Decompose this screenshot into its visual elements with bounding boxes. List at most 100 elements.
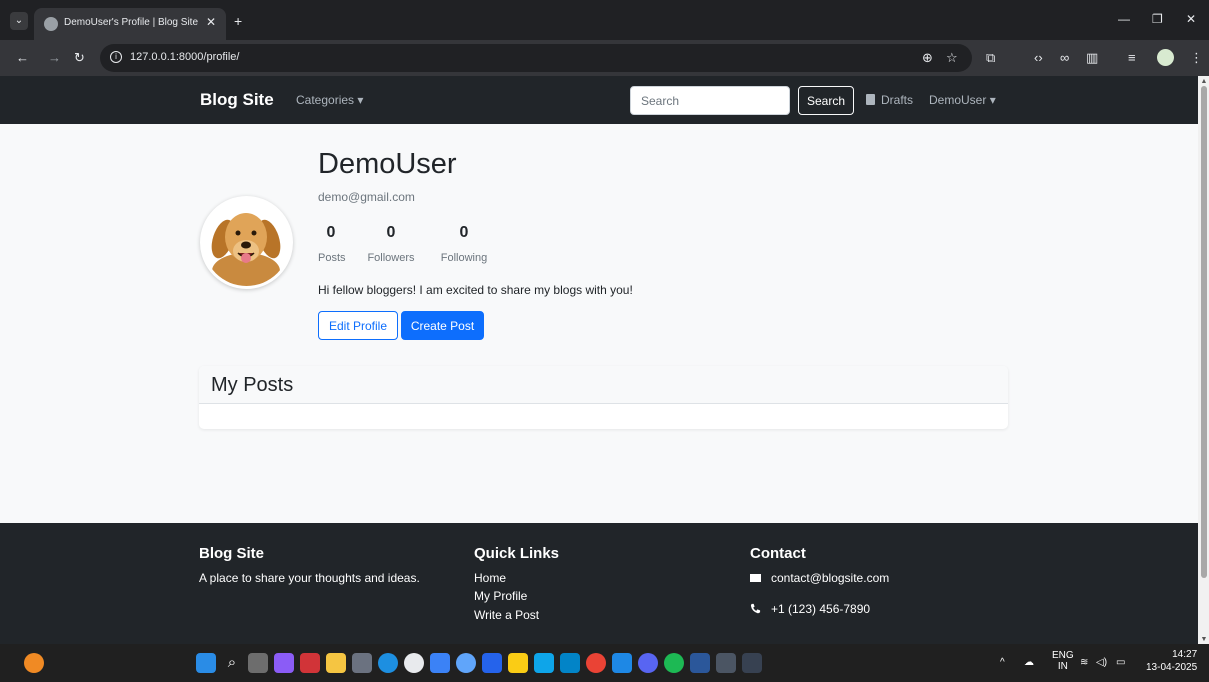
language-indicator[interactable]: ENG IN: [1052, 650, 1074, 672]
app-icon[interactable]: [404, 653, 424, 673]
new-tab-icon[interactable]: +: [234, 13, 242, 29]
stat-following: 0 Following: [438, 224, 490, 264]
search-icon[interactable]: ⌕: [222, 653, 242, 673]
menu-dots-icon[interactable]: ⋮: [1190, 50, 1203, 66]
scroll-down-arrow-icon[interactable]: ▼: [1199, 636, 1209, 644]
sticky-notes-icon[interactable]: [508, 653, 528, 673]
site-navbar: Blog Site Categories ▾ Search Drafts Dem…: [0, 76, 1198, 124]
categories-label: Categories: [296, 93, 355, 107]
windows-taskbar: ⌕ ^ ☁ ENG IN ≋ ◁) ▭ 14:27 13-04-2025: [0, 644, 1209, 682]
my-posts-title: My Posts: [211, 374, 294, 396]
user-dropdown[interactable]: DemoUser ▾: [929, 93, 996, 107]
mcafee-icon[interactable]: [300, 653, 320, 673]
document-icon: [866, 94, 875, 105]
footer-contact-email: contact@blogsite.com: [750, 571, 889, 585]
tray-chevron-icon[interactable]: ^: [1000, 657, 1005, 668]
task-view-icon[interactable]: [248, 653, 268, 673]
contact-phone-text: +1 (123) 456-7890: [771, 602, 871, 616]
widgets-icon[interactable]: [24, 653, 44, 673]
reload-icon[interactable]: ↻: [74, 50, 85, 66]
scroll-up-arrow-icon[interactable]: ▲: [1199, 78, 1209, 86]
stat-value: 0: [459, 224, 469, 241]
footer-about-text: A place to share your thoughts and ideas…: [199, 571, 420, 585]
stat-value: 0: [326, 224, 336, 241]
site-footer: Blog Site A place to share your thoughts…: [0, 523, 1198, 644]
create-post-button[interactable]: Create Post: [401, 311, 484, 340]
back-icon[interactable]: ←: [16, 50, 29, 65]
time-text: 14:27: [1172, 649, 1198, 660]
restore-icon[interactable]: ❐: [1152, 12, 1163, 26]
footer-link-profile[interactable]: My Profile: [474, 589, 527, 603]
search-input[interactable]: [630, 86, 790, 115]
browser-tab[interactable]: DemoUser's Profile | Blog Site ✕: [34, 8, 226, 40]
search-button[interactable]: Search: [798, 86, 854, 115]
browser-toolbar: ← → ↻ i 127.0.0.1:8000/profile/ ⊕ ☆ ⧉ ‹›…: [0, 40, 1209, 76]
app-icon[interactable]: [534, 653, 554, 673]
footer-link-home[interactable]: Home: [474, 571, 506, 585]
cloud-icon[interactable]: ☁: [1024, 657, 1034, 668]
edit-profile-button[interactable]: Edit Profile: [318, 311, 398, 340]
reader-mode-icon[interactable]: ▥: [1086, 50, 1098, 66]
browser-profile-avatar[interactable]: [1157, 49, 1174, 66]
file-explorer-icon[interactable]: [326, 653, 346, 673]
dog-avatar-image: [203, 199, 290, 286]
tab-title: DemoUser's Profile | Blog Site: [64, 17, 198, 28]
word-icon[interactable]: [690, 653, 710, 673]
spotify-icon[interactable]: [664, 653, 684, 673]
site-info-icon[interactable]: i: [110, 51, 122, 63]
my-posts-card: My Posts: [199, 366, 1008, 429]
app-icon[interactable]: [482, 653, 502, 673]
chrome-icon[interactable]: [586, 653, 606, 673]
stat-value: 0: [386, 224, 396, 241]
app-icon[interactable]: [456, 653, 476, 673]
caret-down-icon: ▾: [989, 93, 996, 107]
link-icon[interactable]: ∞: [1060, 50, 1069, 65]
scrollbar-thumb[interactable]: [1201, 86, 1207, 578]
tab-search-button[interactable]: ⌄: [10, 12, 28, 30]
notepad-icon[interactable]: [430, 653, 450, 673]
drafts-link[interactable]: Drafts: [866, 93, 913, 107]
bookmark-star-icon[interactable]: ☆: [946, 50, 958, 66]
vscode-icon[interactable]: [612, 653, 632, 673]
url-text: 127.0.0.1:8000/profile/: [130, 51, 240, 63]
code-icon[interactable]: ‹›: [1034, 50, 1043, 65]
categories-dropdown[interactable]: Categories ▾: [296, 93, 363, 107]
media-queue-icon[interactable]: ≡: [1128, 50, 1136, 65]
date-text: 13-04-2025: [1146, 662, 1198, 673]
navbar-brand[interactable]: Blog Site: [200, 90, 274, 110]
stat-label: Posts: [318, 252, 346, 264]
language-text: ENG: [1052, 650, 1074, 661]
profile-bio: Hi fellow bloggers! I am excited to shar…: [318, 283, 633, 297]
stat-followers: 0 Followers: [366, 224, 416, 264]
zoom-icon[interactable]: ⊕: [922, 50, 933, 66]
clock[interactable]: 14:27 13-04-2025: [1146, 648, 1197, 674]
volume-icon[interactable]: ◁): [1096, 657, 1107, 668]
close-window-icon[interactable]: ✕: [1186, 12, 1196, 26]
contact-email-text: contact@blogsite.com: [771, 571, 890, 585]
minimize-icon[interactable]: —: [1118, 12, 1130, 26]
copilot-icon[interactable]: [274, 653, 294, 673]
footer-link-write[interactable]: Write a Post: [474, 608, 539, 622]
edge-icon[interactable]: [378, 653, 398, 673]
address-bar[interactable]: i 127.0.0.1:8000/profile/ ⊕ ☆: [100, 44, 972, 72]
profile-username: DemoUser: [318, 148, 457, 180]
start-windows-icon[interactable]: [196, 653, 216, 673]
region-text: IN: [1057, 661, 1068, 672]
footer-about-title: Blog Site: [199, 545, 265, 562]
forward-icon[interactable]: →: [48, 50, 61, 65]
stat-posts: 0 Posts: [318, 224, 346, 264]
browser-tab-strip: ⌄ DemoUser's Profile | Blog Site ✕ + — ❐…: [0, 0, 1209, 40]
envelope-icon: [750, 574, 761, 582]
close-tab-icon[interactable]: ✕: [206, 15, 216, 29]
caret-down-icon: ▾: [357, 93, 364, 107]
battery-icon[interactable]: ▭: [1116, 657, 1125, 668]
discord-icon[interactable]: [638, 653, 658, 673]
profile-email: demo@gmail.com: [318, 190, 415, 204]
store-icon[interactable]: [352, 653, 372, 673]
user-label: DemoUser: [929, 93, 987, 107]
extensions-icon[interactable]: ⧉: [986, 50, 995, 66]
app-icon[interactable]: [716, 653, 736, 673]
terminal-icon[interactable]: [742, 653, 762, 673]
outlook-icon[interactable]: [560, 653, 580, 673]
wifi-icon[interactable]: ≋: [1080, 657, 1088, 668]
